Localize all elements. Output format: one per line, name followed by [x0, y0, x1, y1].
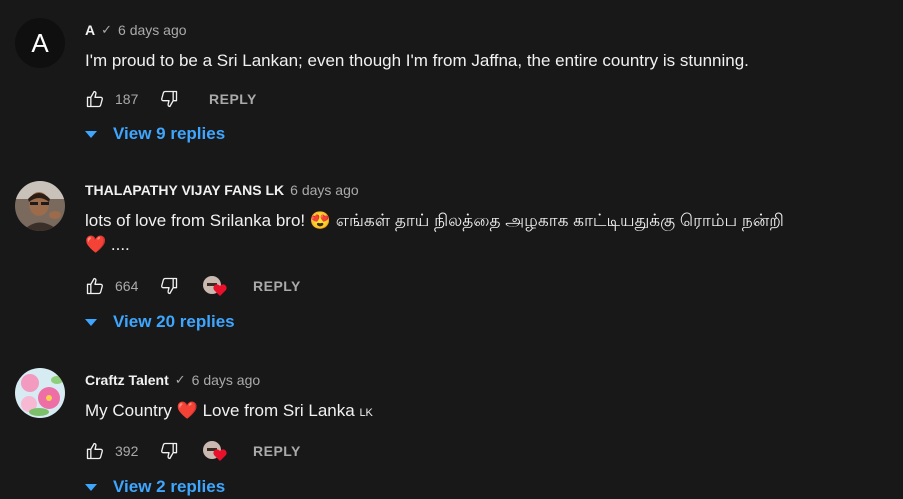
creator-heart-icon: [201, 274, 229, 298]
check-icon: ✓: [101, 22, 113, 37]
heart-emoji: ❤️: [176, 401, 198, 420]
flag-lk: LK: [359, 407, 373, 419]
view-replies-button[interactable]: View 9 replies: [85, 124, 225, 144]
reply-button[interactable]: REPLY: [253, 443, 301, 459]
check-icon: ✓: [174, 372, 186, 387]
comment-text: lots of love from Srilanka bro! 😍 எங்கள்…: [85, 211, 784, 254]
thumb-down-icon[interactable]: [159, 441, 179, 461]
avatar[interactable]: [15, 368, 65, 418]
comment-author[interactable]: Craftz Talent: [85, 372, 169, 388]
thumb-down-icon[interactable]: [159, 276, 179, 296]
caret-down-icon: [85, 483, 97, 491]
reply-button[interactable]: REPLY: [209, 91, 257, 107]
like-count: 664: [115, 278, 139, 294]
view-replies-label: View 2 replies: [113, 477, 226, 496]
comment-actions: 664 REPLY: [85, 274, 301, 298]
comment-time[interactable]: 6 days ago: [290, 182, 359, 198]
avatar-letter: A: [31, 27, 49, 58]
avatar[interactable]: [15, 181, 65, 231]
creator-heart-icon: [201, 439, 229, 463]
avatar[interactable]: A: [15, 18, 65, 68]
comment-time[interactable]: 6 days ago: [192, 372, 261, 388]
like-count: 392: [115, 443, 139, 459]
thumb-up-icon[interactable]: [85, 441, 105, 461]
view-replies-button[interactable]: View 20 replies: [85, 312, 235, 332]
comment-text: My Country ❤️ Love from Sri Lanka LK: [85, 401, 373, 420]
view-replies-button[interactable]: View 2 replies: [85, 477, 225, 497]
like-count: 187: [115, 91, 139, 107]
reply-button[interactable]: REPLY: [253, 278, 301, 294]
comment-actions: 187 REPLY: [85, 87, 257, 111]
comment-author[interactable]: THALAPATHY VIJAY FANS LK: [85, 182, 284, 198]
view-replies-label: View 20 replies: [113, 312, 235, 331]
thumb-down-icon[interactable]: [159, 89, 179, 109]
thumb-up-icon[interactable]: [85, 276, 105, 296]
comment-time[interactable]: 6 days ago: [118, 22, 187, 38]
view-replies-label: View 9 replies: [113, 124, 226, 143]
thumb-up-icon[interactable]: [85, 89, 105, 109]
comment-actions: 392 REPLY: [85, 439, 301, 463]
comment-text: I'm proud to be a Sri Lankan; even thoug…: [85, 51, 749, 70]
caret-down-icon: [85, 130, 97, 138]
comment-author[interactable]: A: [85, 22, 95, 38]
caret-down-icon: [85, 318, 97, 326]
